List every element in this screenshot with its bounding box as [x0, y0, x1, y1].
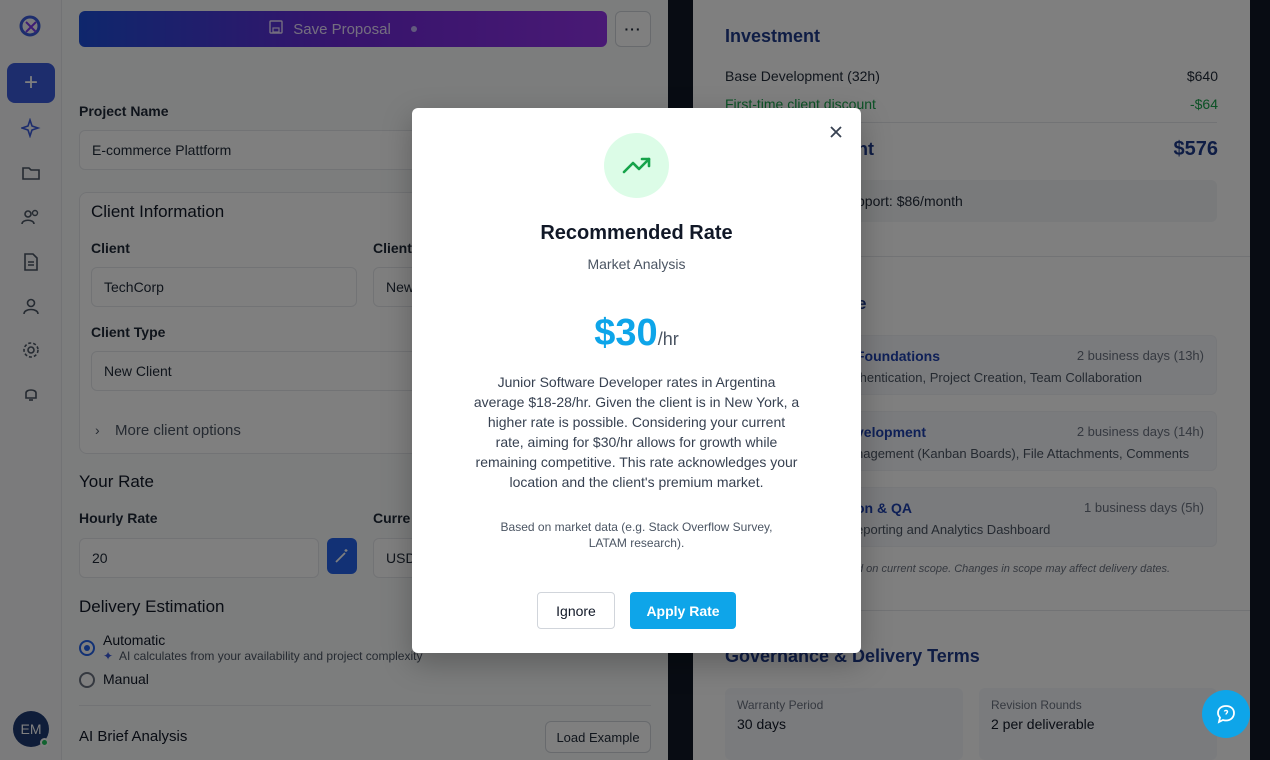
- rate-source-note: Based on market data (e.g. Stack Overflo…: [500, 520, 773, 550]
- modal-title: Recommended Rate: [540, 222, 733, 244]
- trending-up-badge: [604, 133, 669, 198]
- rate-unit: /hr: [657, 329, 679, 349]
- rate-description: Junior Software Developer rates in Argen…: [473, 374, 800, 490]
- recommended-rate-modal: Recommended Rate Market Analysis $30/hr …: [412, 108, 861, 653]
- chat-icon: [1217, 705, 1235, 724]
- trending-up-icon: [622, 157, 650, 173]
- ignore-button[interactable]: Ignore: [537, 592, 615, 629]
- rate-value: $30: [594, 312, 658, 354]
- chat-button[interactable]: [1202, 690, 1250, 738]
- modal-subtitle: Market Analysis: [587, 256, 686, 272]
- recommended-rate-display: $30/hr: [412, 312, 861, 355]
- close-icon[interactable]: [828, 124, 844, 140]
- apply-rate-button[interactable]: Apply Rate: [630, 592, 736, 629]
